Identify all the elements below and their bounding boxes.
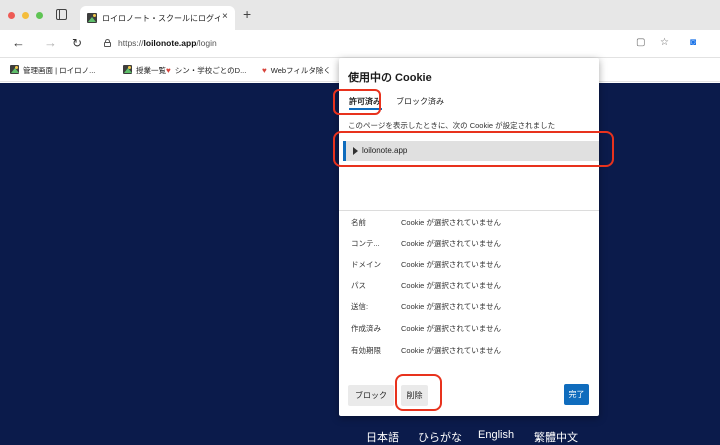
language-link-english[interactable]: English: [478, 429, 514, 441]
done-button[interactable]: 完了: [564, 384, 589, 405]
url-prefix: https://: [118, 38, 144, 48]
url-path: /login: [196, 38, 217, 48]
highlight-delete-button: [395, 374, 442, 411]
property-value: Cookie が選択されていません: [401, 346, 501, 355]
url-field[interactable]: https://loilonote.app/login: [118, 38, 217, 48]
property-value: Cookie が選択されていません: [401, 260, 501, 269]
bookmark-item[interactable]: ♥ シン・学校ごとのD...: [166, 65, 246, 76]
bookmark-item[interactable]: 管理画面 | ロイロノ...: [10, 65, 95, 76]
property-key: コンテ...: [351, 239, 380, 248]
forward-button[interactable]: →: [44, 35, 57, 50]
language-link-hiragana[interactable]: ひらがな: [418, 429, 462, 445]
browser-titlebar: ロイロノート・スクールにログイ × +: [0, 0, 720, 30]
property-value: Cookie が選択されていません: [401, 218, 501, 227]
language-link-japanese[interactable]: 日本語: [366, 429, 399, 445]
highlight-allowed-tab: [333, 89, 381, 115]
url-host: loilonote.app: [143, 38, 197, 48]
bookmark-label: 授業一覧: [136, 66, 166, 75]
bookmark-label: 管理画面 | ロイロノ...: [23, 66, 96, 75]
property-value: Cookie が選択されていません: [401, 239, 501, 248]
maximize-window-button[interactable]: [36, 12, 43, 19]
bookmark-item[interactable]: 授業一覧: [123, 65, 166, 76]
property-value: Cookie が選択されていません: [401, 302, 501, 311]
divider: [339, 210, 599, 211]
property-key: パス: [351, 281, 366, 290]
property-key: 名前: [351, 218, 366, 227]
minimize-window-button[interactable]: [22, 12, 29, 19]
tab-actions-icon[interactable]: [56, 9, 67, 20]
browser-tab-active[interactable]: ロイロノート・スクールにログイ ×: [80, 6, 235, 30]
back-button[interactable]: ←: [12, 35, 25, 50]
reader-mode-icon[interactable]: ▢: [636, 37, 645, 48]
dialog-description: このページを表示したときに、次の Cookie が設定されました: [348, 121, 556, 130]
address-bar: ← → ↻ https://loilonote.app/login ▢ ☆ ◙: [0, 30, 720, 58]
extension-icon[interactable]: ◙: [690, 37, 696, 48]
loilo-favicon-icon: [10, 65, 19, 74]
block-button[interactable]: ブロック: [348, 385, 394, 406]
property-key: 作成済み: [351, 324, 381, 333]
tab-blocked[interactable]: ブロック済み: [396, 96, 444, 107]
property-value: Cookie が選択されていません: [401, 324, 501, 333]
loilo-favicon-icon: [123, 65, 132, 74]
lock-icon[interactable]: [104, 39, 111, 47]
property-key: ドメイン: [351, 260, 381, 269]
favorites-icon[interactable]: ☆: [660, 37, 669, 48]
property-key: 有効期限: [351, 346, 381, 355]
language-link-traditional-chinese[interactable]: 繁體中文: [534, 429, 578, 445]
property-value: Cookie が選択されていません: [401, 281, 501, 290]
bookmark-label: シン・学校ごとのD...: [174, 66, 247, 75]
heart-favicon-icon: ♥: [166, 66, 171, 75]
loilo-favicon-icon: [87, 13, 97, 23]
bookmark-item[interactable]: ♥ Webフィルタ除く: [262, 65, 331, 76]
tab-title: ロイロノート・スクールにログイ: [102, 14, 220, 23]
new-tab-button[interactable]: +: [243, 6, 251, 22]
heart-favicon-icon: ♥: [262, 66, 267, 75]
reload-button[interactable]: ↻: [72, 36, 82, 50]
tab-close-icon[interactable]: ×: [222, 11, 228, 22]
highlight-cookie-site: [333, 131, 614, 167]
close-window-button[interactable]: [8, 12, 15, 19]
bookmark-label: Webフィルタ除く: [270, 66, 331, 75]
dialog-title: 使用中の Cookie: [348, 72, 432, 84]
property-key: 送信:: [351, 302, 369, 311]
